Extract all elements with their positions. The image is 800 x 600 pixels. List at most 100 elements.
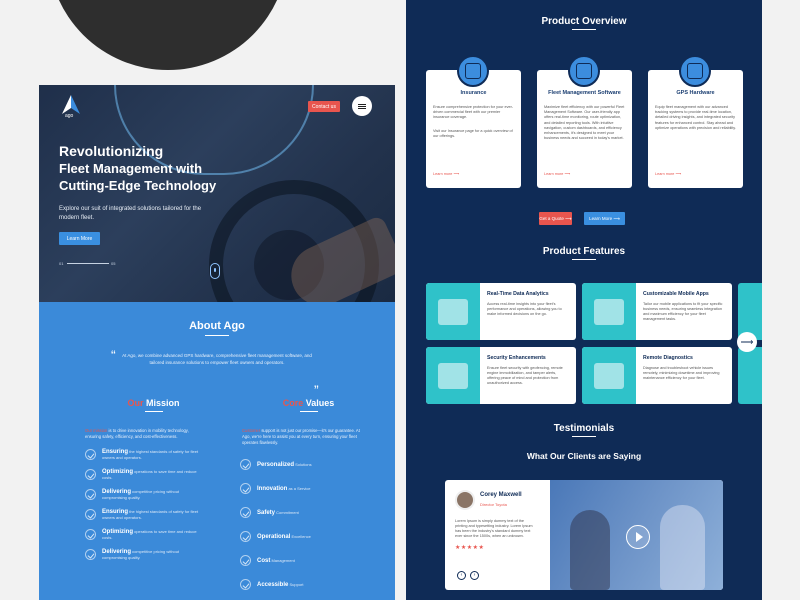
list-item-text: Operational Excellence — [257, 533, 311, 540]
core-values-list: Personalized Solutions Innovation as a Se… — [240, 459, 395, 600]
list-item: Ensuring the highest standards of safety… — [85, 509, 240, 520]
product-features-title: Product Features — [542, 246, 626, 257]
product-card-learn-more-link[interactable]: Learn more ⟶ — [544, 171, 570, 176]
list-item: Accessible Support — [240, 579, 395, 590]
testimonial-video[interactable] — [550, 480, 723, 590]
feature-card[interactable]: Security Enhancements Ensure fleet securi… — [426, 347, 576, 404]
remote-diagnostics-icon — [582, 347, 636, 404]
analytics-chart-icon — [426, 283, 480, 340]
list-item: Optimizing operations to save time and r… — [85, 469, 240, 480]
list-item: Delivering competitive pricing without c… — [85, 489, 240, 500]
about-title: About Ago — [189, 320, 245, 332]
product-card-title: GPS Hardware — [676, 90, 715, 96]
rating-stars-icon: ★★★★★ — [455, 545, 485, 551]
hero-title-line3: Cutting-Edge Technology — [59, 178, 217, 193]
features-next-arrow-icon[interactable]: ⟶ — [737, 332, 757, 352]
list-item-text: Accessible Support — [257, 581, 304, 588]
testimonials-subtitle: What Our Clients are Saying — [526, 451, 642, 461]
hero-title-line1: Revolutionizing — [59, 143, 164, 159]
feature-card[interactable]: Real-Time Data Analytics Access real-time… — [426, 283, 576, 340]
hamburger-menu-icon[interactable] — [352, 96, 372, 116]
security-laptop-icon — [426, 347, 480, 404]
overview-actions: Get a Quote ⟶ Learn More ⟶ — [539, 212, 625, 225]
product-cards: Insurance Ensure comprehensive protection… — [426, 55, 743, 188]
check-circle-icon — [85, 509, 96, 520]
testimonial-content: Corey Maxwell Director Toyota Lorem Ipsu… — [445, 480, 550, 590]
shield-hands-icon — [457, 55, 489, 87]
core-values-title: Core Values — [282, 398, 335, 408]
feature-card-partial — [738, 347, 762, 404]
product-card-text: Ensure comprehensive protection for your… — [433, 105, 514, 120]
feature-card[interactable]: Customizable Mobile Apps Tailor our mobil… — [582, 283, 732, 340]
feature-text: Ensure fleet security with geofencing, r… — [487, 366, 563, 385]
list-item-text: Safety Commitment — [257, 509, 299, 516]
testimonial-nav: ‹ › — [457, 571, 479, 580]
list-item: Personalized Solutions — [240, 459, 395, 470]
product-card-learn-more-link[interactable]: Learn more ⟶ — [655, 171, 681, 176]
mission-underline — [144, 411, 163, 412]
feature-card[interactable]: Remote Diagnostics Diagnose and troublesh… — [582, 347, 732, 404]
list-item: Safety Commitment — [240, 507, 395, 518]
list-item-text: Cost Management — [257, 557, 295, 564]
list-item: Innovation as a Service — [240, 483, 395, 494]
product-card-text: Equip fleet management with our advanced… — [655, 105, 736, 130]
feature-text: Access real-time insights into your flee… — [487, 302, 562, 316]
video-person-image — [660, 505, 705, 590]
prev-arrow-icon[interactable]: ‹ — [457, 571, 466, 580]
product-overview-header: Product Overview — [406, 16, 762, 30]
check-circle-icon — [85, 529, 96, 540]
contact-us-button[interactable]: Contact us — [308, 101, 340, 112]
list-item-text: Delivering competitive pricing without c… — [102, 549, 180, 560]
list-item-text: Ensuring the highest standards of safety… — [102, 449, 199, 460]
play-icon[interactable] — [626, 525, 650, 549]
scroll-down-icon[interactable] — [210, 263, 220, 279]
product-card-title: Fleet Management Software — [548, 90, 621, 96]
testimonial-role: Director Toyota — [480, 502, 507, 507]
hero-learn-more-button[interactable]: Learn More — [59, 232, 100, 245]
testimonials-underline — [572, 436, 596, 437]
list-item-text: Optimizing operations to save time and r… — [102, 469, 197, 480]
mission-list: Ensuring the highest standards of safety… — [85, 449, 240, 560]
open-quote-icon: “ — [111, 347, 116, 363]
list-item-text: Ensuring the highest standards of safety… — [102, 509, 199, 520]
testimonials-title: Testimonials — [553, 423, 615, 434]
overview-learn-more-button[interactable]: Learn More ⟶ — [584, 212, 625, 225]
core-values-underline — [299, 411, 318, 412]
list-item-text: Optimizing operations to save time and r… — [102, 529, 197, 540]
features-grid: Real-Time Data Analytics Access real-time… — [426, 283, 762, 404]
landing-page-mockup: ago Contact us Revolutionizing Fleet Man… — [39, 85, 395, 600]
feature-text: Tailor our mobile applications to fit yo… — [643, 302, 723, 321]
product-card[interactable]: Fleet Management Software Maximize fleet … — [537, 55, 632, 188]
product-features-underline — [572, 259, 596, 260]
next-arrow-icon[interactable]: › — [470, 571, 479, 580]
feature-title: Remote Diagnostics — [643, 355, 693, 361]
list-item-text: Personalized Solutions — [257, 461, 312, 468]
mission-values-section: Our Mission Our mission is to drive inno… — [39, 398, 395, 600]
hero-subtitle: Explore our suit of integrated solutions… — [59, 206, 202, 221]
product-card-text: Maximize fleet efficiency with our power… — [544, 105, 625, 141]
check-circle-icon — [85, 549, 96, 560]
products-page-mockup: Product Overview Insurance Ensure compreh… — [406, 0, 762, 600]
check-circle-icon — [85, 469, 96, 480]
core-values-intro: Customer support is not just our promise… — [242, 428, 360, 445]
product-card-learn-more-link[interactable]: Learn more ⟶ — [433, 171, 459, 176]
close-quote-icon: ” — [314, 382, 319, 398]
mission-intro: Our mission is to drive innovation in mo… — [85, 428, 189, 439]
product-card[interactable]: GPS Hardware Equip fleet management with … — [648, 55, 743, 188]
check-circle-icon — [240, 555, 251, 566]
feature-card-partial — [738, 283, 762, 340]
about-section: About Ago “ At Ago, we combine advanced … — [39, 302, 395, 398]
check-circle-icon — [240, 459, 251, 470]
testimonial-name: Corey Maxwell — [480, 492, 522, 498]
product-features-header: Product Features — [406, 246, 762, 260]
testimonial-card: Corey Maxwell Director Toyota Lorem Ipsu… — [445, 480, 723, 590]
get-quote-button[interactable]: Get a Quote ⟶ — [539, 212, 572, 225]
check-circle-icon — [240, 531, 251, 542]
product-card[interactable]: Insurance Ensure comprehensive protection… — [426, 55, 521, 188]
video-person-image — [570, 510, 610, 590]
list-item: Cost Management — [240, 555, 395, 566]
slide-counter-end: 05 — [111, 261, 116, 266]
hero-section: ago Contact us Revolutionizing Fleet Man… — [39, 85, 395, 302]
mobile-app-icon — [582, 283, 636, 340]
mission-title: Our Mission — [127, 398, 180, 408]
